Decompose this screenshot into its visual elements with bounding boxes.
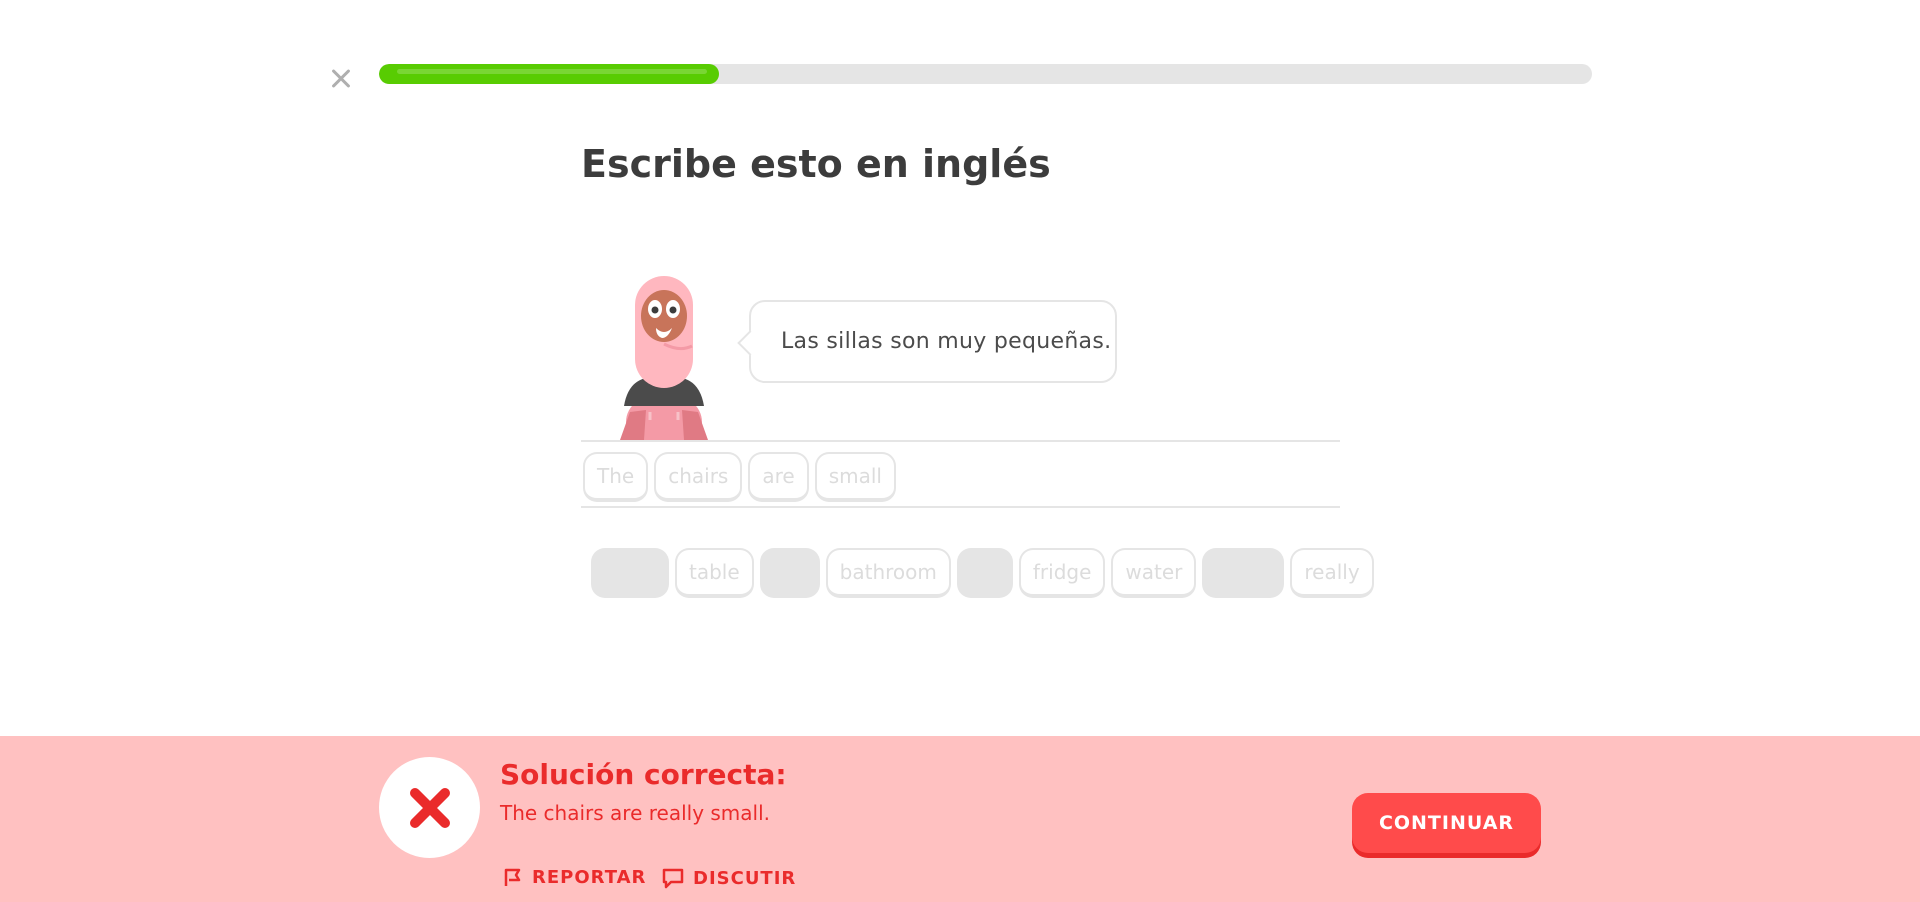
- word-bank-chip[interactable]: fridge: [1018, 548, 1106, 598]
- wrong-badge: [379, 757, 480, 858]
- answer-chips: The chairs are small: [583, 452, 896, 502]
- empty-word-slot: [1202, 548, 1285, 598]
- word-bank-chip[interactable]: really: [1290, 548, 1374, 598]
- word-bank-chip[interactable]: table: [675, 548, 754, 598]
- solution-text: The chairs are really small.: [500, 801, 771, 825]
- character-illustration: [606, 272, 722, 452]
- answer-word-chip[interactable]: are: [748, 452, 809, 502]
- x-mark-icon: [409, 787, 450, 828]
- answer-word-chip[interactable]: chairs: [654, 452, 743, 502]
- flag-icon: [504, 868, 521, 886]
- empty-word-slot: [759, 548, 820, 598]
- progress-bar: [379, 64, 1592, 84]
- feedback-panel: Solución correcta: The chairs are really…: [0, 736, 1920, 902]
- empty-word-slot: [591, 548, 669, 598]
- answer-word-chip[interactable]: The: [583, 452, 649, 502]
- word-bank: table bathroom fridge water really: [591, 548, 1374, 598]
- solution-heading: Solución correcta:: [500, 758, 787, 791]
- page-title: Escribe esto en inglés: [581, 142, 1051, 186]
- answer-word-chip[interactable]: small: [814, 452, 896, 502]
- discuss-button[interactable]: DISCUTIR: [661, 866, 796, 890]
- progress-fill: [379, 64, 719, 84]
- continue-button[interactable]: CONTINUAR: [1352, 793, 1541, 853]
- word-bank-chip[interactable]: bathroom: [825, 548, 951, 598]
- close-icon[interactable]: [324, 63, 354, 93]
- word-bank-chip[interactable]: water: [1111, 548, 1197, 598]
- speech-bubble: Las sillas son muy pequeñas.: [749, 300, 1117, 383]
- answer-area[interactable]: The chairs are small: [581, 440, 1340, 508]
- empty-word-slot: [956, 548, 1013, 598]
- report-label: REPORTAR: [532, 866, 647, 888]
- chat-bubble-icon: [662, 868, 684, 889]
- lesson-header: [0, 60, 1920, 90]
- prompt-sentence: Las sillas son muy pequeñas.: [781, 329, 1112, 354]
- discuss-label: DISCUTIR: [693, 867, 797, 889]
- report-button[interactable]: REPORTAR: [502, 866, 646, 888]
